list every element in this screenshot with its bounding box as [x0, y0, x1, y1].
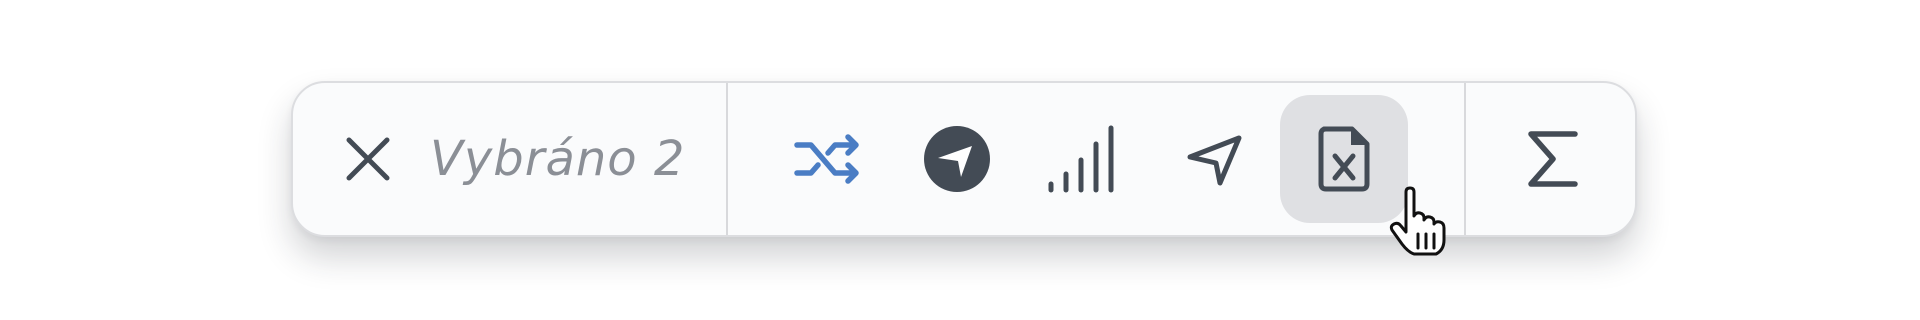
- shuffle-button[interactable]: [764, 95, 892, 223]
- export-excel-button[interactable]: [1280, 95, 1408, 223]
- selection-section: Vybráno 2: [293, 83, 726, 235]
- signal-bars-button[interactable]: [1022, 95, 1150, 223]
- summary-section: [1466, 83, 1635, 235]
- shuffle-icon: [794, 134, 859, 184]
- stage: Vybráno 2: [0, 0, 1920, 320]
- sigma-icon: [1527, 131, 1578, 187]
- close-button[interactable]: [338, 129, 398, 189]
- close-icon: [346, 137, 390, 181]
- actions-section: [728, 83, 1464, 235]
- sum-button[interactable]: [1521, 129, 1581, 189]
- navigation-arrow-button[interactable]: [1151, 95, 1279, 223]
- selection-toolbar: Vybráno 2: [291, 81, 1637, 237]
- navigation-circle-icon: [924, 126, 990, 192]
- navigation-arrow-icon: [1187, 135, 1242, 186]
- navigation-circle-button[interactable]: [893, 95, 1021, 223]
- file-excel-icon: [1318, 126, 1370, 192]
- signal-bars-icon: [1048, 125, 1114, 193]
- selection-count-label: Vybráno 2: [430, 131, 686, 187]
